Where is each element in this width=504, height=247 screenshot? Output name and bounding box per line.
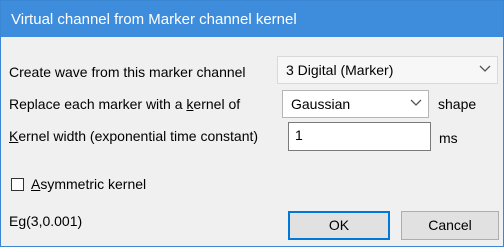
- ok-button[interactable]: OK: [288, 211, 390, 240]
- shape-suffix-label: shape: [438, 96, 477, 112]
- kernel-type-label: Replace each marker with a kernel of: [9, 96, 241, 112]
- chevron-down-icon: [410, 99, 422, 106]
- marker-channel-select[interactable]: 3 Digital (Marker): [277, 56, 498, 84]
- window-title: Virtual channel from Marker channel kern…: [11, 11, 297, 28]
- title-bar[interactable]: Virtual channel from Marker channel kern…: [1, 1, 503, 37]
- kernel-width-field[interactable]: [288, 122, 445, 151]
- kernel-width-unit: ms: [439, 130, 458, 146]
- kernel-shape-value: Gaussian: [291, 96, 351, 112]
- kernel-width-input[interactable]: [295, 127, 445, 143]
- asymmetric-kernel-checkbox[interactable]: [11, 178, 24, 191]
- cancel-button[interactable]: Cancel: [401, 211, 499, 240]
- kernel-width-label: Kernel width (exponential time constant): [9, 128, 259, 144]
- asymmetric-kernel-label[interactable]: Asymmetric kernel: [31, 176, 146, 192]
- kernel-shape-select[interactable]: Gaussian: [282, 90, 429, 118]
- chevron-down-icon: [479, 65, 491, 72]
- marker-channel-label: Create wave from this marker channel: [9, 64, 246, 80]
- marker-channel-value: 3 Digital (Marker): [286, 62, 394, 78]
- dialog-window: Virtual channel from Marker channel kern…: [0, 0, 504, 247]
- expression-text: Eg(3,0.001): [9, 213, 83, 229]
